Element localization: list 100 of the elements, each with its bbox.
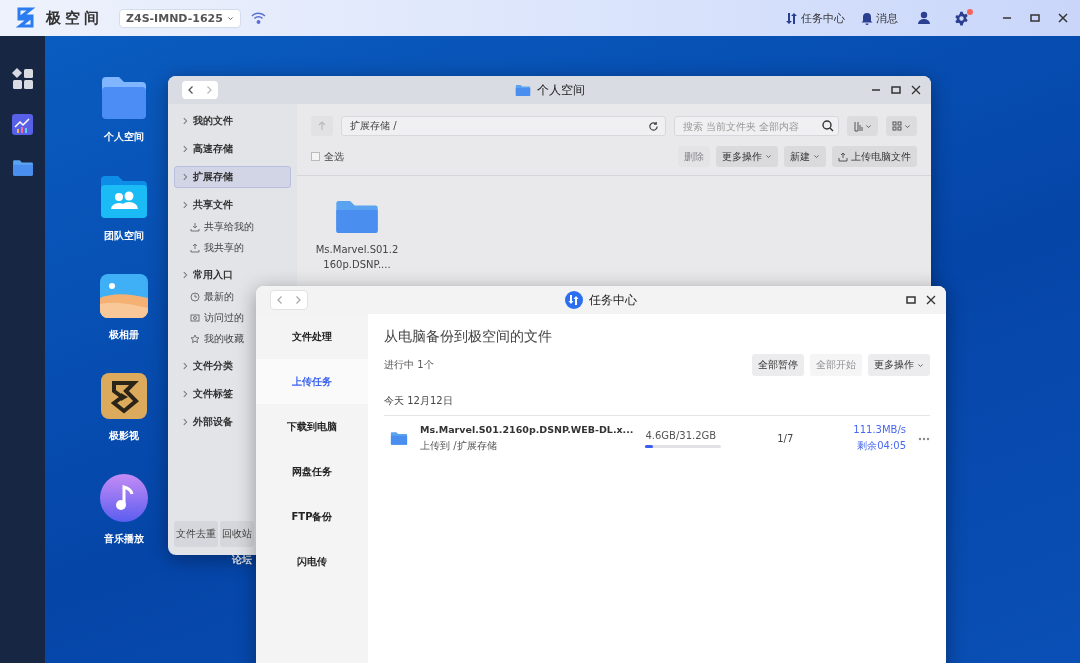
task-count: 1/7 [777, 433, 794, 444]
chevron-right-icon [293, 295, 303, 305]
app-label[interactable]: 极影视 [109, 429, 139, 443]
transfer-speed: 111.3MB/s [853, 424, 906, 435]
clock-icon [190, 291, 200, 302]
view-button[interactable] [886, 116, 917, 136]
search-field[interactable]: 搜索 当前文件夹 全部内容 [674, 116, 839, 136]
folder-icon[interactable] [100, 76, 148, 120]
maximize-icon[interactable] [1030, 13, 1040, 23]
app-label[interactable]: 个人空间 [104, 130, 144, 144]
team-folder-icon[interactable] [99, 175, 149, 219]
star-icon [190, 333, 200, 344]
music-note-icon[interactable] [100, 474, 148, 522]
photo-album-icon[interactable] [100, 274, 148, 318]
app-label[interactable]: 论坛 [232, 553, 252, 567]
chevron-right-icon [181, 201, 189, 209]
sidebar-button[interactable]: 回收站 [220, 521, 254, 547]
time-remaining: 剩余04:05 [856, 439, 906, 453]
app-name: 极空间 [46, 8, 103, 28]
sidebar-item[interactable]: 扩展存储 [174, 166, 291, 188]
dropdown-button[interactable]: 新建 [784, 146, 826, 167]
date-heading: 今天 12月12日 [384, 394, 930, 416]
nav-tab[interactable]: 上传任务 [256, 359, 368, 404]
maximize-icon[interactable] [906, 295, 916, 305]
download-icon [190, 221, 200, 232]
chevron-right-icon [181, 173, 189, 181]
nav-tab[interactable]: 闪电传 [256, 539, 368, 584]
sidebar-button[interactable]: 文件去重 [174, 521, 218, 547]
file-name[interactable]: Ms.Marvel.S01.2160p.DSNP.... [315, 242, 399, 272]
sidebar-subitem[interactable]: 访问过的 [174, 307, 244, 328]
nav-tab[interactable]: 下载到电脑 [256, 404, 368, 449]
task-destination: 上传到 /扩展存储 [420, 439, 498, 453]
more-icon[interactable] [918, 436, 930, 441]
device-selector[interactable]: Z4S-IMND-1625 [119, 8, 241, 28]
task-center-button[interactable]: 任务中心 [782, 10, 848, 26]
task-name: Ms.Marvel.S01.2160p.DSNP.WEB-DL.x... [420, 424, 634, 435]
folder-icon [390, 431, 408, 446]
action-button[interactable]: 上传电脑文件 [832, 146, 917, 167]
chevron-right-icon [181, 390, 189, 398]
close-icon[interactable] [926, 295, 936, 305]
upload-icon [190, 242, 200, 253]
transfer-icon [785, 11, 798, 25]
nav-tab[interactable]: 文件处理 [256, 314, 368, 359]
chevron-right-icon [181, 362, 189, 370]
app-label[interactable]: 团队空间 [104, 229, 144, 243]
caret-icon [226, 14, 234, 22]
chevron-right-icon [181, 145, 189, 153]
app-label[interactable]: 极相册 [109, 328, 139, 342]
folder-icon [11, 159, 34, 177]
chevron-right-icon [181, 117, 189, 125]
folder-icon [334, 198, 380, 236]
nav-tab[interactable]: 网盘任务 [256, 449, 368, 494]
app-logo-icon [16, 6, 36, 30]
close-icon[interactable] [911, 85, 921, 95]
caret-icon [765, 153, 772, 160]
transfer-icon [565, 291, 583, 309]
chevron-left-icon [186, 85, 196, 95]
sidebar-item[interactable]: 共享文件 [174, 194, 240, 216]
chart-icon[interactable] [12, 114, 33, 135]
refresh-icon[interactable] [648, 120, 659, 132]
chevron-right-icon [204, 85, 214, 95]
maximize-icon[interactable] [891, 85, 901, 95]
user-icon[interactable] [917, 11, 931, 25]
dropdown-button[interactable]: 更多操作 [868, 354, 930, 376]
caret-icon [813, 153, 820, 160]
sidebar-subitem[interactable]: 最新的 [174, 286, 234, 307]
upload-icon [838, 151, 848, 162]
app-label[interactable]: 音乐播放 [104, 532, 144, 546]
sidebar-item[interactable]: 文件分类 [174, 355, 240, 377]
task-size: 4.6GB/31.2GB [645, 429, 718, 441]
sidebar-item[interactable]: 外部设备 [174, 411, 240, 433]
status-text: 进行中 1个 [384, 358, 434, 372]
sidebar-item[interactable]: 我的文件 [174, 110, 240, 132]
caret-icon [864, 122, 872, 130]
sidebar-subitem[interactable]: 我共享的 [174, 237, 244, 258]
chevron-left-icon [275, 295, 285, 305]
path-field[interactable]: 扩展存储 / [341, 116, 666, 136]
folder-icon [514, 83, 531, 97]
caret-icon [917, 361, 924, 369]
sidebar-item[interactable]: 常用入口 [174, 264, 240, 286]
dropdown-button[interactable]: 更多操作 [716, 146, 778, 167]
select-all-checkbox[interactable]: 全选 [311, 149, 344, 164]
sidebar-subitem[interactable]: 共享给我的 [174, 216, 254, 237]
chevron-right-icon [181, 271, 189, 279]
window-title: 任务中心 [589, 291, 637, 309]
video-player-icon[interactable] [101, 373, 147, 419]
messages-button[interactable]: 消息 [858, 10, 901, 26]
apps-grid-icon[interactable] [11, 68, 34, 90]
caret-icon [904, 122, 911, 130]
action-button[interactable]: 全部暂停 [752, 354, 804, 376]
eye-icon [190, 312, 200, 323]
nav-tab[interactable]: FTP备份 [256, 494, 368, 539]
wifi-icon [250, 12, 266, 24]
sidebar-subitem[interactable]: 我的收藏 [174, 328, 244, 349]
sidebar-item[interactable]: 文件标签 [174, 383, 240, 405]
bell-icon [861, 11, 873, 25]
close-icon[interactable] [1058, 13, 1068, 23]
sidebar-item[interactable]: 高速存储 [174, 138, 240, 160]
search-icon [822, 120, 834, 132]
sort-icon [853, 120, 863, 132]
